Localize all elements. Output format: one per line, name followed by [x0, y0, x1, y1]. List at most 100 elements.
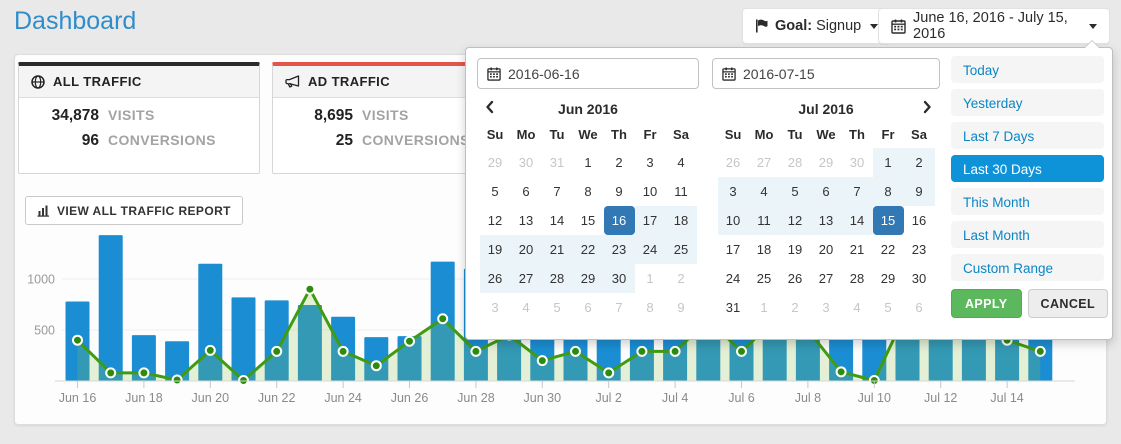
calendar-day[interactable]: 1: [573, 148, 604, 177]
calendar-day[interactable]: 29: [573, 264, 604, 293]
calendar-day[interactable]: 10: [635, 177, 666, 206]
start-date-input[interactable]: [508, 66, 689, 82]
calendar-day[interactable]: 5: [480, 177, 511, 206]
calendar-day[interactable]: 23: [904, 235, 935, 264]
cancel-button[interactable]: CANCEL: [1028, 289, 1108, 318]
calendar-day[interactable]: 29: [480, 148, 511, 177]
calendar-day[interactable]: 13: [811, 206, 842, 235]
calendar-day[interactable]: 15: [573, 206, 604, 235]
calendar-day[interactable]: 7: [842, 177, 873, 206]
calendar-day[interactable]: 21: [542, 235, 573, 264]
range-item-last-month[interactable]: Last Month: [951, 221, 1104, 248]
calendar-day[interactable]: 24: [635, 235, 666, 264]
calendar-day[interactable]: 10: [718, 206, 749, 235]
calendar-day[interactable]: 26: [718, 148, 749, 177]
calendar-day[interactable]: 2: [604, 148, 635, 177]
calendar-day[interactable]: 26: [480, 264, 511, 293]
range-item-this-month[interactable]: This Month: [951, 188, 1104, 215]
calendar-day[interactable]: 31: [718, 293, 749, 322]
calendar-day[interactable]: 3: [811, 293, 842, 322]
calendar-day[interactable]: 27: [811, 264, 842, 293]
apply-button[interactable]: APPLY: [951, 289, 1022, 318]
calendar-day[interactable]: 25: [666, 235, 697, 264]
calendar-day-selected[interactable]: 15: [873, 206, 904, 235]
calendar-day[interactable]: 9: [666, 293, 697, 322]
calendar-day[interactable]: 18: [749, 235, 780, 264]
prev-month-icon[interactable]: [485, 100, 494, 114]
calendar-day[interactable]: 22: [873, 235, 904, 264]
calendar-day[interactable]: 2: [666, 264, 697, 293]
calendar-day[interactable]: 6: [573, 293, 604, 322]
calendar-day[interactable]: 7: [604, 293, 635, 322]
range-item-custom-range[interactable]: Custom Range: [951, 254, 1104, 281]
calendar-day[interactable]: 14: [842, 206, 873, 235]
calendar-day[interactable]: 28: [542, 264, 573, 293]
calendar-day[interactable]: 5: [873, 293, 904, 322]
calendar-day[interactable]: 4: [749, 177, 780, 206]
calendar-day[interactable]: 27: [749, 148, 780, 177]
calendar-day[interactable]: 4: [511, 293, 542, 322]
calendar-day[interactable]: 11: [666, 177, 697, 206]
calendar-day[interactable]: 8: [873, 177, 904, 206]
calendar-day[interactable]: 30: [904, 264, 935, 293]
range-item-yesterday[interactable]: Yesterday: [951, 89, 1104, 116]
calendar-day[interactable]: 30: [604, 264, 635, 293]
calendar-day[interactable]: 30: [511, 148, 542, 177]
calendar-day[interactable]: 23: [604, 235, 635, 264]
calendar-day[interactable]: 17: [718, 235, 749, 264]
calendar-day[interactable]: 3: [635, 148, 666, 177]
range-item-last-7-days[interactable]: Last 7 Days: [951, 122, 1104, 149]
calendar-day[interactable]: 19: [780, 235, 811, 264]
calendar-day[interactable]: 18: [666, 206, 697, 235]
range-item-today[interactable]: Today: [951, 56, 1104, 83]
calendar-day[interactable]: 2: [904, 148, 935, 177]
calendar-day[interactable]: 5: [780, 177, 811, 206]
calendar-day[interactable]: 20: [511, 235, 542, 264]
calendar-day[interactable]: 1: [749, 293, 780, 322]
range-item-last-30-days[interactable]: Last 30 Days: [951, 155, 1104, 182]
calendar-day[interactable]: 28: [780, 148, 811, 177]
calendar-day[interactable]: 22: [573, 235, 604, 264]
calendar-day[interactable]: 12: [480, 206, 511, 235]
calendar-day[interactable]: 25: [749, 264, 780, 293]
calendar-day[interactable]: 3: [718, 177, 749, 206]
calendar-day[interactable]: 6: [811, 177, 842, 206]
goal-dropdown-button[interactable]: Goal: Signup: [742, 8, 891, 44]
calendar-day[interactable]: 5: [542, 293, 573, 322]
date-range-button[interactable]: June 16, 2016 - July 15, 2016: [878, 8, 1110, 44]
calendar-day[interactable]: 21: [842, 235, 873, 264]
end-date-input[interactable]: [743, 66, 930, 82]
calendar-day[interactable]: 30: [842, 148, 873, 177]
calendar-day[interactable]: 6: [904, 293, 935, 322]
calendar-day[interactable]: 19: [480, 235, 511, 264]
calendar-day[interactable]: 24: [718, 264, 749, 293]
calendar-day[interactable]: 8: [635, 293, 666, 322]
next-month-icon[interactable]: [923, 100, 932, 114]
calendar-day[interactable]: 12: [780, 206, 811, 235]
view-all-traffic-report-button[interactable]: VIEW ALL TRAFFIC REPORT: [25, 196, 243, 225]
calendar-day[interactable]: 8: [573, 177, 604, 206]
calendar-day[interactable]: 26: [780, 264, 811, 293]
calendar-day[interactable]: 14: [542, 206, 573, 235]
calendar-day[interactable]: 3: [480, 293, 511, 322]
calendar-day[interactable]: 2: [780, 293, 811, 322]
calendar-day[interactable]: 7: [542, 177, 573, 206]
calendar-day[interactable]: 4: [842, 293, 873, 322]
calendar-day[interactable]: 11: [749, 206, 780, 235]
calendar-day[interactable]: 6: [511, 177, 542, 206]
calendar-day[interactable]: 9: [604, 177, 635, 206]
calendar-day[interactable]: 1: [635, 264, 666, 293]
calendar-day[interactable]: 27: [511, 264, 542, 293]
calendar-day[interactable]: 16: [904, 206, 935, 235]
calendar-day[interactable]: 17: [635, 206, 666, 235]
calendar-day[interactable]: 29: [873, 264, 904, 293]
calendar-day[interactable]: 28: [842, 264, 873, 293]
calendar-day[interactable]: 4: [666, 148, 697, 177]
calendar-day[interactable]: 31: [542, 148, 573, 177]
calendar-day[interactable]: 29: [811, 148, 842, 177]
calendar-day-selected[interactable]: 16: [604, 206, 635, 235]
calendar-day[interactable]: 20: [811, 235, 842, 264]
calendar-day[interactable]: 13: [511, 206, 542, 235]
calendar-day[interactable]: 9: [904, 177, 935, 206]
calendar-day[interactable]: 1: [873, 148, 904, 177]
